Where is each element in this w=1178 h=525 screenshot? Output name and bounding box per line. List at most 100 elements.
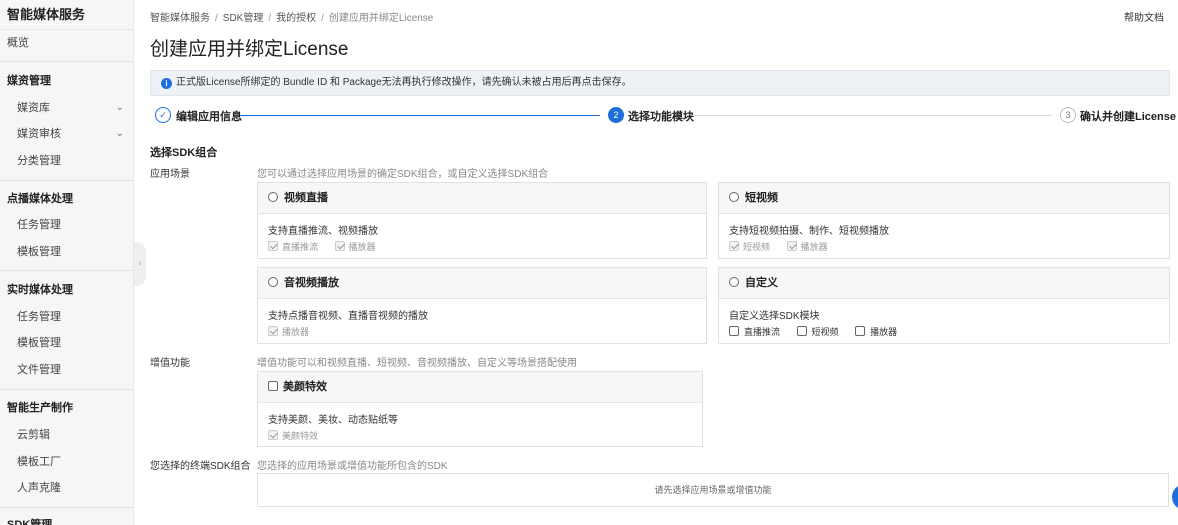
sidebar-item-template-factory[interactable]: 模板工厂: [0, 450, 133, 474]
option-label: 短视频: [743, 242, 771, 252]
step-connector: [692, 115, 1052, 116]
notice-banner: i 正式版License所绑定的 Bundle ID 和 Package无法再执行…: [150, 70, 1170, 96]
sidebar-group-vod-processing: 点播媒体处理: [7, 193, 73, 205]
radio-button[interactable]: [268, 277, 278, 287]
option-label: 播放器: [282, 327, 310, 337]
step-3-label: 确认并创建License: [1080, 111, 1176, 123]
radio-button[interactable]: [268, 192, 278, 202]
sidebar-group-smart-production: 智能生产制作: [7, 402, 73, 414]
sidebar-divider: [0, 389, 133, 390]
card-options: 美颜特效: [268, 429, 332, 442]
sidebar-group-live-processing: 实时媒体处理: [7, 284, 73, 296]
sidebar-item-cloud-edit[interactable]: 云剪辑: [0, 423, 133, 447]
sidebar-item-overview[interactable]: 概览: [0, 31, 133, 55]
check-icon: [268, 430, 278, 440]
addon-card-beauty[interactable]: 美颜特效 支持美颜、美妆、动态贴纸等 美颜特效: [257, 371, 703, 447]
checkbox[interactable]: [268, 381, 278, 391]
option-checkbox: 短视频: [729, 240, 770, 253]
scenario-card-av-playback[interactable]: 音视频播放 支持点播音视频、直播音视频的播放 播放器: [257, 267, 707, 344]
card-description: 支持短视频拍摄、制作、短视频播放: [729, 226, 889, 237]
radio-button[interactable]: [729, 192, 739, 202]
final-label: 您选择的终端SDK组合: [150, 461, 251, 472]
custom-option-player[interactable]: 播放器: [855, 325, 897, 338]
option-checkbox: 直播推流: [268, 240, 318, 253]
card-description: 支持直播推流、视频播放: [268, 226, 378, 237]
sidebar-divider: [0, 270, 133, 271]
sidebar: 智能媒体服务 概览 媒资管理 媒资库 ⌄ 媒资审核 ⌄ 分类管理 点播媒体处理 …: [0, 0, 134, 525]
sidebar-item-live-tasks[interactable]: 任务管理: [0, 305, 133, 329]
sidebar-item-category[interactable]: 分类管理: [0, 149, 133, 173]
breadcrumb-item[interactable]: 我的授权: [276, 13, 316, 24]
scenario-card-short-video[interactable]: 短视频 支持短视频拍摄、制作、短视频播放 短视频 播放器: [718, 182, 1170, 259]
option-checkbox: 播放器: [334, 240, 376, 253]
option-label: 短视频: [811, 327, 839, 337]
custom-option-short-video[interactable]: 短视频: [796, 325, 839, 338]
card-header[interactable]: 短视频: [719, 183, 1169, 214]
check-icon: [729, 241, 739, 251]
checkbox[interactable]: [855, 326, 866, 336]
sidebar-group-sdk: SDK管理: [7, 519, 53, 525]
sidebar-group-media-assets: 媒资管理: [7, 75, 51, 87]
custom-option-live-push[interactable]: 直播推流: [729, 325, 780, 338]
sidebar-collapse-icon[interactable]: ‹: [134, 242, 146, 286]
breadcrumb: 智能媒体服务 / SDK管理 / 我的授权 / 创建应用并绑定License: [150, 9, 433, 24]
step-2-label: 选择功能模块: [628, 111, 694, 123]
card-options: 直播推流 播放器: [268, 240, 390, 253]
card-description: 支持点播音视频、直播音视频的播放: [268, 311, 428, 322]
card-header[interactable]: 音视频播放: [258, 268, 706, 299]
breadcrumb-separator: /: [215, 13, 218, 24]
breadcrumb-item[interactable]: SDK管理: [223, 13, 264, 24]
notice-text: 正式版License所绑定的 Bundle ID 和 Package无法再执行修…: [176, 77, 632, 88]
sidebar-item-live-templates[interactable]: 模板管理: [0, 331, 133, 355]
checkbox[interactable]: [729, 326, 739, 336]
check-icon: [786, 241, 797, 251]
sidebar-title: 智能媒体服务: [0, 0, 133, 30]
radio-button[interactable]: [729, 277, 739, 287]
sidebar-item-media-library[interactable]: 媒资库 ⌄: [0, 96, 133, 120]
card-description: 自定义选择SDK模块: [729, 311, 820, 322]
final-hint: 您选择的应用场景或增值功能所包含的SDK: [257, 461, 448, 472]
card-header[interactable]: 自定义: [719, 268, 1169, 299]
card-options: 播放器: [268, 325, 323, 338]
check-icon: [268, 241, 278, 251]
breadcrumb-item[interactable]: 智能媒体服务: [150, 13, 210, 24]
card-header[interactable]: 美颜特效: [258, 372, 702, 403]
step-2-indicator: 2: [608, 107, 624, 123]
option-checkbox: 播放器: [268, 325, 309, 338]
sidebar-item-vod-templates[interactable]: 模板管理: [0, 240, 133, 264]
sidebar-item-label: 媒资审核: [17, 128, 61, 140]
sidebar-divider: [0, 61, 133, 62]
sidebar-item-live-files[interactable]: 文件管理: [0, 358, 133, 382]
scenario-label: 应用场景: [150, 169, 190, 180]
sidebar-item-voice-clone[interactable]: 人声克隆: [0, 476, 133, 500]
option-checkbox: 播放器: [786, 240, 828, 253]
check-icon: [268, 326, 278, 336]
sidebar-divider: [0, 507, 133, 508]
sidebar-item-media-review[interactable]: 媒资审核 ⌄: [0, 122, 133, 146]
card-options: 直播推流 短视频 播放器: [729, 325, 911, 338]
sdk-result-box: 请先选择应用场景或增值功能: [257, 473, 1169, 507]
sidebar-item-vod-tasks[interactable]: 任务管理: [0, 213, 133, 237]
card-header[interactable]: 视频直播: [258, 183, 706, 214]
floating-help-button[interactable]: [1172, 484, 1178, 510]
card-title: 音视频播放: [284, 277, 339, 289]
scenario-card-custom[interactable]: 自定义 自定义选择SDK模块 直播推流 短视频 播放器: [718, 267, 1170, 344]
card-title: 短视频: [745, 192, 778, 204]
card-title: 视频直播: [284, 192, 328, 204]
chevron-down-icon: ⌄: [115, 128, 124, 139]
page-title: 创建应用并绑定License: [150, 39, 349, 60]
option-label: 直播推流: [282, 242, 319, 252]
sidebar-divider: [0, 180, 133, 181]
scenario-card-live[interactable]: 视频直播 支持直播推流、视频播放 直播推流 播放器: [257, 182, 707, 259]
help-docs-link[interactable]: 帮助文档: [1124, 9, 1164, 24]
addon-label: 增值功能: [150, 358, 190, 369]
card-options: 短视频 播放器: [729, 240, 842, 253]
checkbox[interactable]: [796, 326, 807, 336]
card-title: 自定义: [745, 277, 778, 289]
option-checkbox: 美颜特效: [268, 429, 318, 442]
option-label: 播放器: [800, 242, 828, 252]
option-label: 播放器: [348, 242, 376, 252]
breadcrumb-separator: /: [268, 13, 272, 24]
check-icon: [334, 241, 345, 251]
chevron-down-icon: ⌄: [115, 102, 124, 113]
